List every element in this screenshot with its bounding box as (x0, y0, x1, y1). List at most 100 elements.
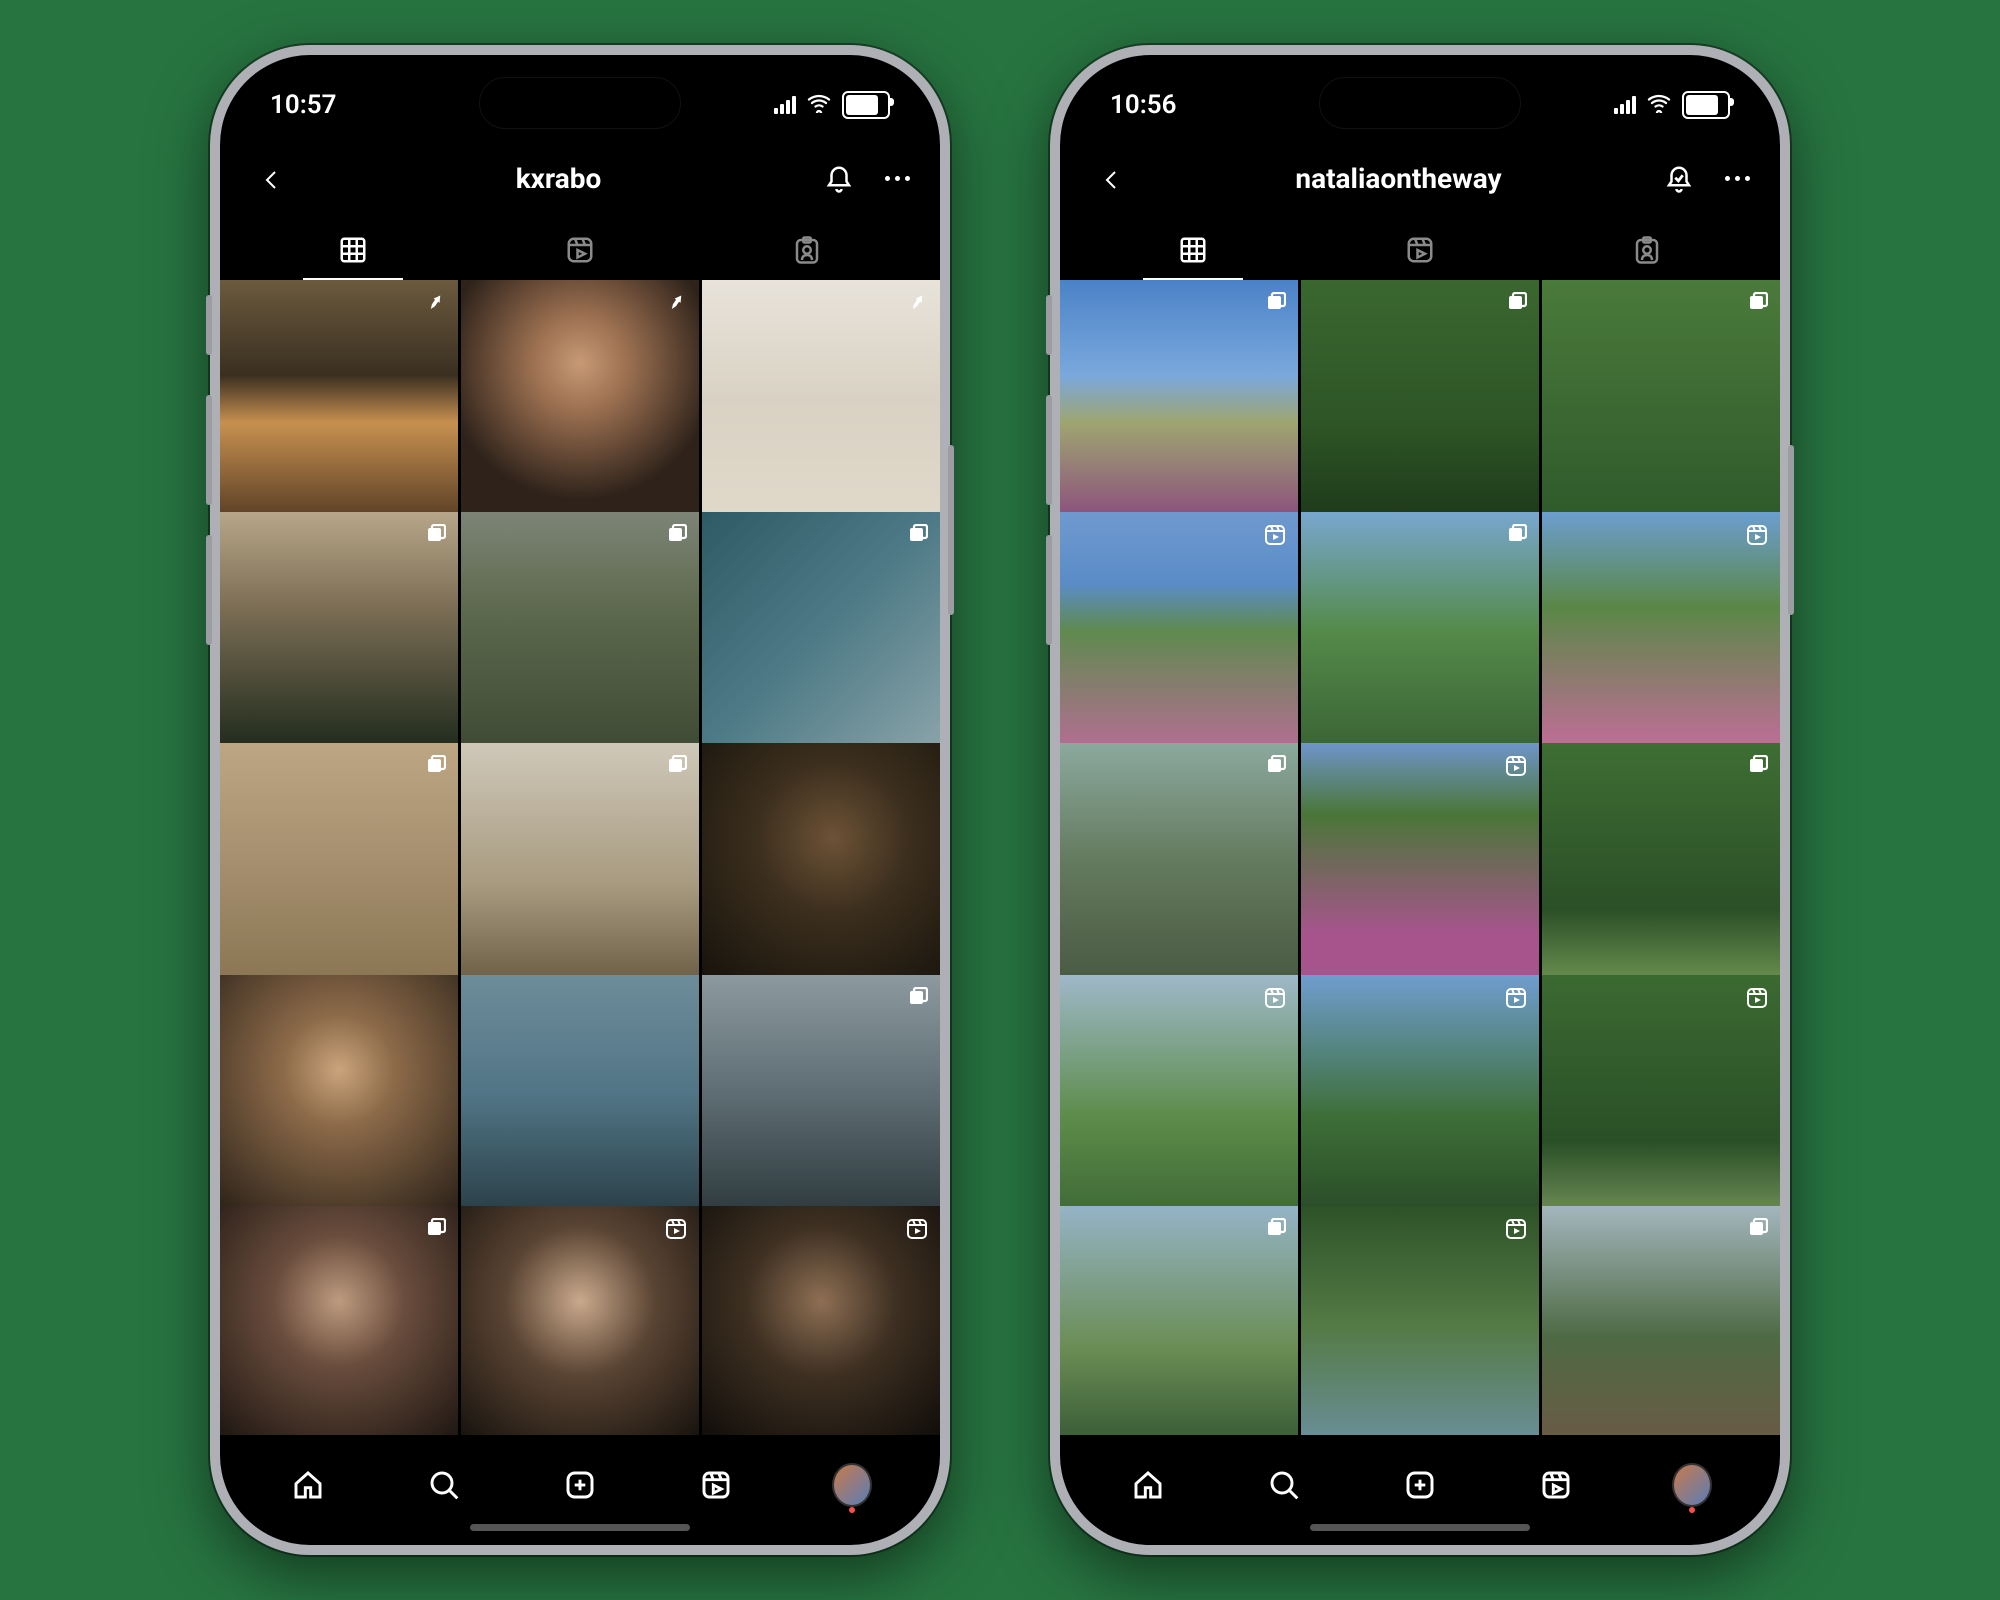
post-thumbnail[interactable] (220, 975, 458, 1213)
carousel-icon (1262, 290, 1288, 316)
post-thumbnail[interactable] (1301, 512, 1539, 750)
post-thumbnail[interactable] (1542, 512, 1780, 750)
post-thumbnail[interactable] (702, 280, 940, 518)
side-button (206, 295, 212, 355)
post-thumbnail[interactable] (220, 512, 458, 750)
reel-icon (663, 1216, 689, 1242)
volume-down-button (1046, 535, 1052, 645)
post-thumbnail[interactable] (461, 975, 699, 1213)
carousel-icon (1262, 1216, 1288, 1242)
post-thumbnail[interactable] (1301, 280, 1539, 518)
post-thumbnail[interactable] (1060, 743, 1298, 981)
home-indicator[interactable] (470, 1524, 690, 1531)
posts-grid (220, 280, 940, 1435)
post-thumbnail[interactable] (1542, 743, 1780, 981)
carousel-icon (1503, 522, 1529, 548)
reel-icon (1744, 522, 1770, 548)
status-time: 10:57 (270, 90, 337, 120)
post-thumbnail[interactable] (220, 1206, 458, 1435)
carousel-icon (422, 753, 448, 779)
post-thumbnail[interactable] (702, 975, 940, 1213)
post-thumbnail[interactable] (1301, 975, 1539, 1213)
nav-search[interactable] (424, 1465, 464, 1505)
pinned-icon (422, 290, 448, 316)
post-thumbnail[interactable] (1060, 280, 1298, 518)
pinned-icon (663, 290, 689, 316)
back-button[interactable] (250, 155, 294, 202)
tab-grid[interactable] (240, 222, 467, 278)
power-button (1788, 445, 1794, 615)
post-thumbnail[interactable] (220, 743, 458, 981)
carousel-icon (1744, 290, 1770, 316)
nav-reels[interactable] (1536, 1465, 1576, 1505)
nav-home[interactable] (288, 1465, 328, 1505)
carousel-icon (904, 985, 930, 1011)
profile-username[interactable]: nataliaontheway (1295, 162, 1501, 195)
reel-icon (1262, 522, 1288, 548)
nav-create[interactable] (1400, 1465, 1440, 1505)
profile-tabs (220, 222, 940, 278)
reel-icon (1503, 753, 1529, 779)
post-thumbnail[interactable] (461, 280, 699, 518)
pinned-icon (904, 290, 930, 316)
post-thumbnail[interactable] (1060, 975, 1298, 1213)
dynamic-island (479, 77, 681, 129)
status-time: 10:56 (1110, 90, 1177, 120)
post-thumbnail[interactable] (1060, 1206, 1298, 1435)
post-thumbnail[interactable] (702, 743, 940, 981)
carousel-icon (1744, 753, 1770, 779)
cellular-signal-icon (1614, 96, 1636, 114)
nav-profile[interactable] (832, 1465, 872, 1505)
reel-icon (1262, 985, 1288, 1011)
avatar[interactable] (832, 1463, 872, 1507)
nav-create[interactable] (560, 1465, 600, 1505)
post-thumbnail[interactable] (1301, 743, 1539, 981)
post-thumbnail[interactable] (1542, 1206, 1780, 1435)
phone-device-frame: 10:56 nataliaontheway (1050, 45, 1790, 1555)
carousel-icon (1262, 753, 1288, 779)
nav-search[interactable] (1264, 1465, 1304, 1505)
carousel-icon (663, 522, 689, 548)
post-thumbnail[interactable] (461, 743, 699, 981)
volume-up-button (1046, 395, 1052, 505)
post-thumbnail[interactable] (702, 1206, 940, 1435)
tab-tagged[interactable] (1533, 222, 1760, 278)
post-thumbnail[interactable] (1542, 975, 1780, 1213)
volume-up-button (206, 395, 212, 505)
tab-grid[interactable] (1080, 222, 1307, 278)
profile-header: kxrabo (220, 145, 940, 222)
more-options-button[interactable] (885, 176, 910, 181)
avatar[interactable] (1672, 1463, 1712, 1507)
profile-tabs (1060, 222, 1780, 278)
power-button (948, 445, 954, 615)
battery-icon (842, 91, 890, 119)
reel-icon (1503, 985, 1529, 1011)
post-thumbnail[interactable] (461, 1206, 699, 1435)
post-thumbnail[interactable] (1060, 512, 1298, 750)
post-thumbnail[interactable] (1542, 280, 1780, 518)
profile-username[interactable]: kxrabo (516, 162, 602, 195)
nav-profile[interactable] (1672, 1465, 1712, 1505)
posts-grid (1060, 280, 1780, 1435)
tab-reels[interactable] (1307, 222, 1534, 278)
phone-device-frame: 10:57 kxrabo (210, 45, 950, 1555)
post-image (702, 743, 940, 981)
tab-tagged[interactable] (693, 222, 920, 278)
more-options-button[interactable] (1725, 176, 1750, 181)
reel-icon (1503, 1216, 1529, 1242)
notifications-button[interactable] (823, 163, 855, 195)
tab-reels[interactable] (467, 222, 694, 278)
nav-reels[interactable] (696, 1465, 736, 1505)
cellular-signal-icon (774, 96, 796, 114)
post-thumbnail[interactable] (220, 280, 458, 518)
post-thumbnail[interactable] (1301, 1206, 1539, 1435)
side-button (1046, 295, 1052, 355)
home-indicator[interactable] (1310, 1524, 1530, 1531)
back-button[interactable] (1090, 155, 1134, 202)
post-image (461, 975, 699, 1213)
post-thumbnail[interactable] (461, 512, 699, 750)
post-thumbnail[interactable] (702, 512, 940, 750)
nav-home[interactable] (1128, 1465, 1168, 1505)
post-image (220, 975, 458, 1213)
notifications-button[interactable] (1663, 163, 1695, 195)
